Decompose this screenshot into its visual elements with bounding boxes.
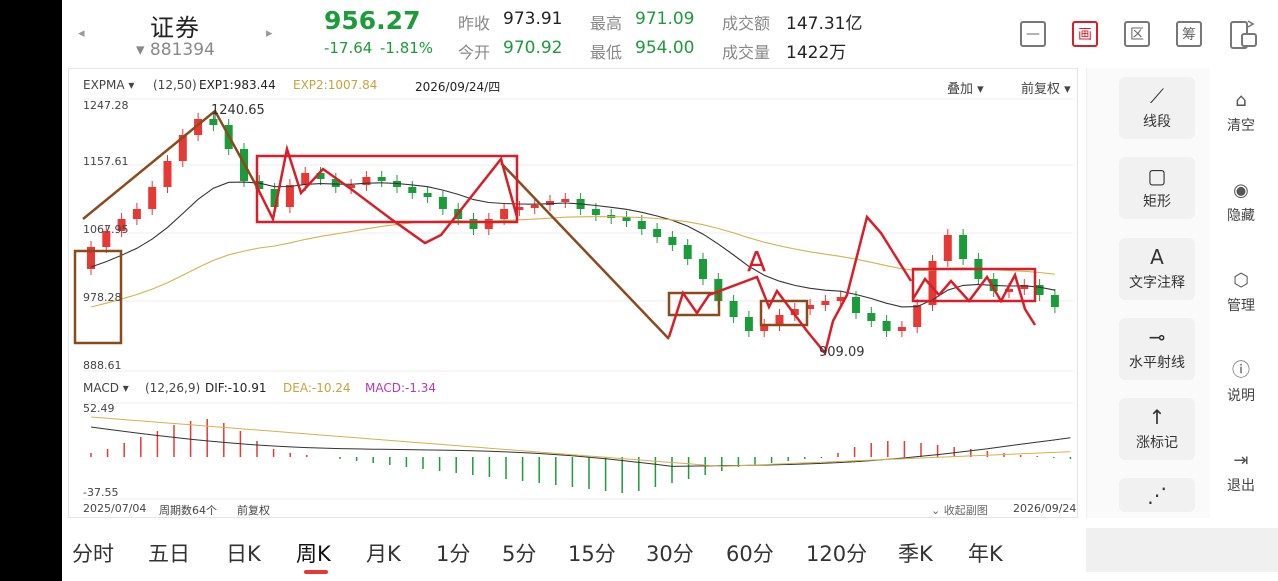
more-tool[interactable]: ⋰ bbox=[1119, 478, 1195, 512]
tabs-overflow-fade[interactable] bbox=[1086, 528, 1278, 572]
macd-svg bbox=[90, 416, 1072, 493]
price-change-pct: -1.81% bbox=[380, 39, 434, 57]
dea-line bbox=[90, 416, 1071, 467]
current-price: 956.27 bbox=[324, 6, 421, 35]
tab-weekly-k[interactable]: 周K bbox=[296, 538, 331, 568]
tab-yearly-k[interactable]: 年K bbox=[968, 538, 1003, 568]
exit-icon: ⇥ bbox=[1233, 450, 1249, 471]
low-value: 954.00 bbox=[635, 38, 695, 58]
horizontal-ray-icon: ⊸ bbox=[1148, 325, 1166, 349]
drawing-tools-panel: ⟋ 线段 ▢ 矩形 A 文字注释 ⊸ 水平射线 ↑ 涨标记 ⋰ bbox=[1086, 68, 1210, 518]
clear-icon: ⌂ bbox=[1235, 90, 1247, 111]
settings-icon: ⬡ bbox=[1233, 270, 1249, 291]
price-change: -17.64 bbox=[324, 39, 373, 57]
volume-label: 成交量 bbox=[722, 43, 771, 62]
tab-five-day[interactable]: 五日 bbox=[148, 538, 190, 568]
high-label: 最高 bbox=[590, 14, 623, 33]
tab-15min[interactable]: 15分 bbox=[568, 538, 616, 568]
manage-button[interactable]: ⬡ 管理 bbox=[1212, 270, 1270, 315]
period-tabs: 分时 五日 日K 周K 月K 1分 5分 15分 30分 60分 120分 季K… bbox=[62, 520, 1278, 581]
start-date: 2025/07/04 bbox=[83, 502, 147, 515]
rectangle-icon: ▢ bbox=[1147, 164, 1167, 188]
drawing-actions-panel: ⌂ 清空 ◉ 隐藏 ⬡ 管理 ⓘ 说明 ⇥ 退出 bbox=[1212, 68, 1272, 518]
hide-button[interactable]: ◉ 隐藏 bbox=[1212, 180, 1270, 225]
draw-button[interactable]: 画 bbox=[1072, 21, 1098, 47]
tab-30min[interactable]: 30分 bbox=[646, 538, 694, 568]
help-icon: ⓘ bbox=[1232, 360, 1250, 381]
tab-monthly-k[interactable]: 月K bbox=[366, 538, 401, 568]
rectangle-tool[interactable]: ▢ 矩形 bbox=[1119, 157, 1195, 219]
tab-quarterly-k[interactable]: 季K bbox=[898, 538, 933, 568]
tab-1min[interactable]: 1分 bbox=[436, 538, 470, 568]
horizontal-ray-tool[interactable]: ⊸ 水平射线 bbox=[1119, 318, 1195, 380]
open-label: 今开 bbox=[458, 43, 491, 62]
line-segment-tool[interactable]: ⟋ 线段 bbox=[1119, 77, 1195, 139]
dif-line bbox=[90, 426, 1071, 467]
rise-mark-tool[interactable]: ↑ 涨标记 bbox=[1119, 398, 1195, 460]
tab-intraday[interactable]: 分时 bbox=[72, 538, 114, 568]
prev-close-value: 973.91 bbox=[503, 9, 563, 29]
stock-code[interactable]: ▾ 881394 bbox=[136, 40, 215, 60]
prev-stock-arrow[interactable]: ◂ bbox=[78, 26, 85, 41]
rise-mark-icon: ↑ bbox=[1148, 405, 1166, 429]
chips-button[interactable]: 筹 bbox=[1176, 21, 1202, 47]
clear-button[interactable]: ⌂ 清空 bbox=[1212, 90, 1270, 135]
adjust-mode: 前复权 bbox=[237, 504, 270, 517]
app-screen: ◂ 证券 ▾ 881394 ▸ 956.27 -17.64 -1.81% 昨收 … bbox=[62, 0, 1278, 581]
period-count: 周期数64个 bbox=[159, 504, 217, 517]
tab-60min[interactable]: 60分 bbox=[726, 538, 774, 568]
pattern-icon: ⋰ bbox=[1147, 483, 1167, 507]
line-segment-icon: ⟋ bbox=[1150, 84, 1164, 108]
collapse-subchart-button[interactable]: ⌄ 收起副图 bbox=[931, 502, 988, 518]
end-date: 2026/09/24 bbox=[1013, 502, 1077, 515]
volume-value: 1422万 bbox=[786, 43, 847, 63]
eye-icon: ◉ bbox=[1233, 180, 1249, 201]
active-tab-indicator bbox=[304, 570, 328, 574]
open-value: 970.92 bbox=[503, 38, 563, 58]
minimize-button[interactable]: — bbox=[1020, 21, 1046, 47]
range-button[interactable]: 区 bbox=[1124, 21, 1150, 47]
high-value: 971.09 bbox=[635, 9, 695, 29]
rotate-screen-icon[interactable] bbox=[1228, 18, 1258, 54]
prev-close-label: 昨收 bbox=[458, 14, 491, 33]
exit-button[interactable]: ⇥ 退出 bbox=[1212, 450, 1270, 495]
stock-title: 证券 bbox=[150, 14, 200, 42]
tab-5min[interactable]: 5分 bbox=[502, 538, 536, 568]
low-label: 最低 bbox=[590, 43, 623, 62]
turnover-value: 147.31亿 bbox=[786, 14, 863, 34]
turnover-label: 成交额 bbox=[722, 14, 771, 33]
text-annotation-icon: A bbox=[1150, 245, 1164, 269]
tab-daily-k[interactable]: 日K bbox=[226, 538, 261, 568]
tab-120min[interactable]: 120分 bbox=[806, 538, 867, 568]
text-annotation-tool[interactable]: A 文字注释 bbox=[1119, 238, 1195, 300]
next-stock-arrow[interactable]: ▸ bbox=[266, 26, 273, 41]
help-button[interactable]: ⓘ 说明 bbox=[1212, 360, 1270, 405]
kline-chart-panel[interactable]: EXPMA ▾ (12,50) EXP1:983.44 EXP2:1007.84… bbox=[68, 68, 1078, 518]
